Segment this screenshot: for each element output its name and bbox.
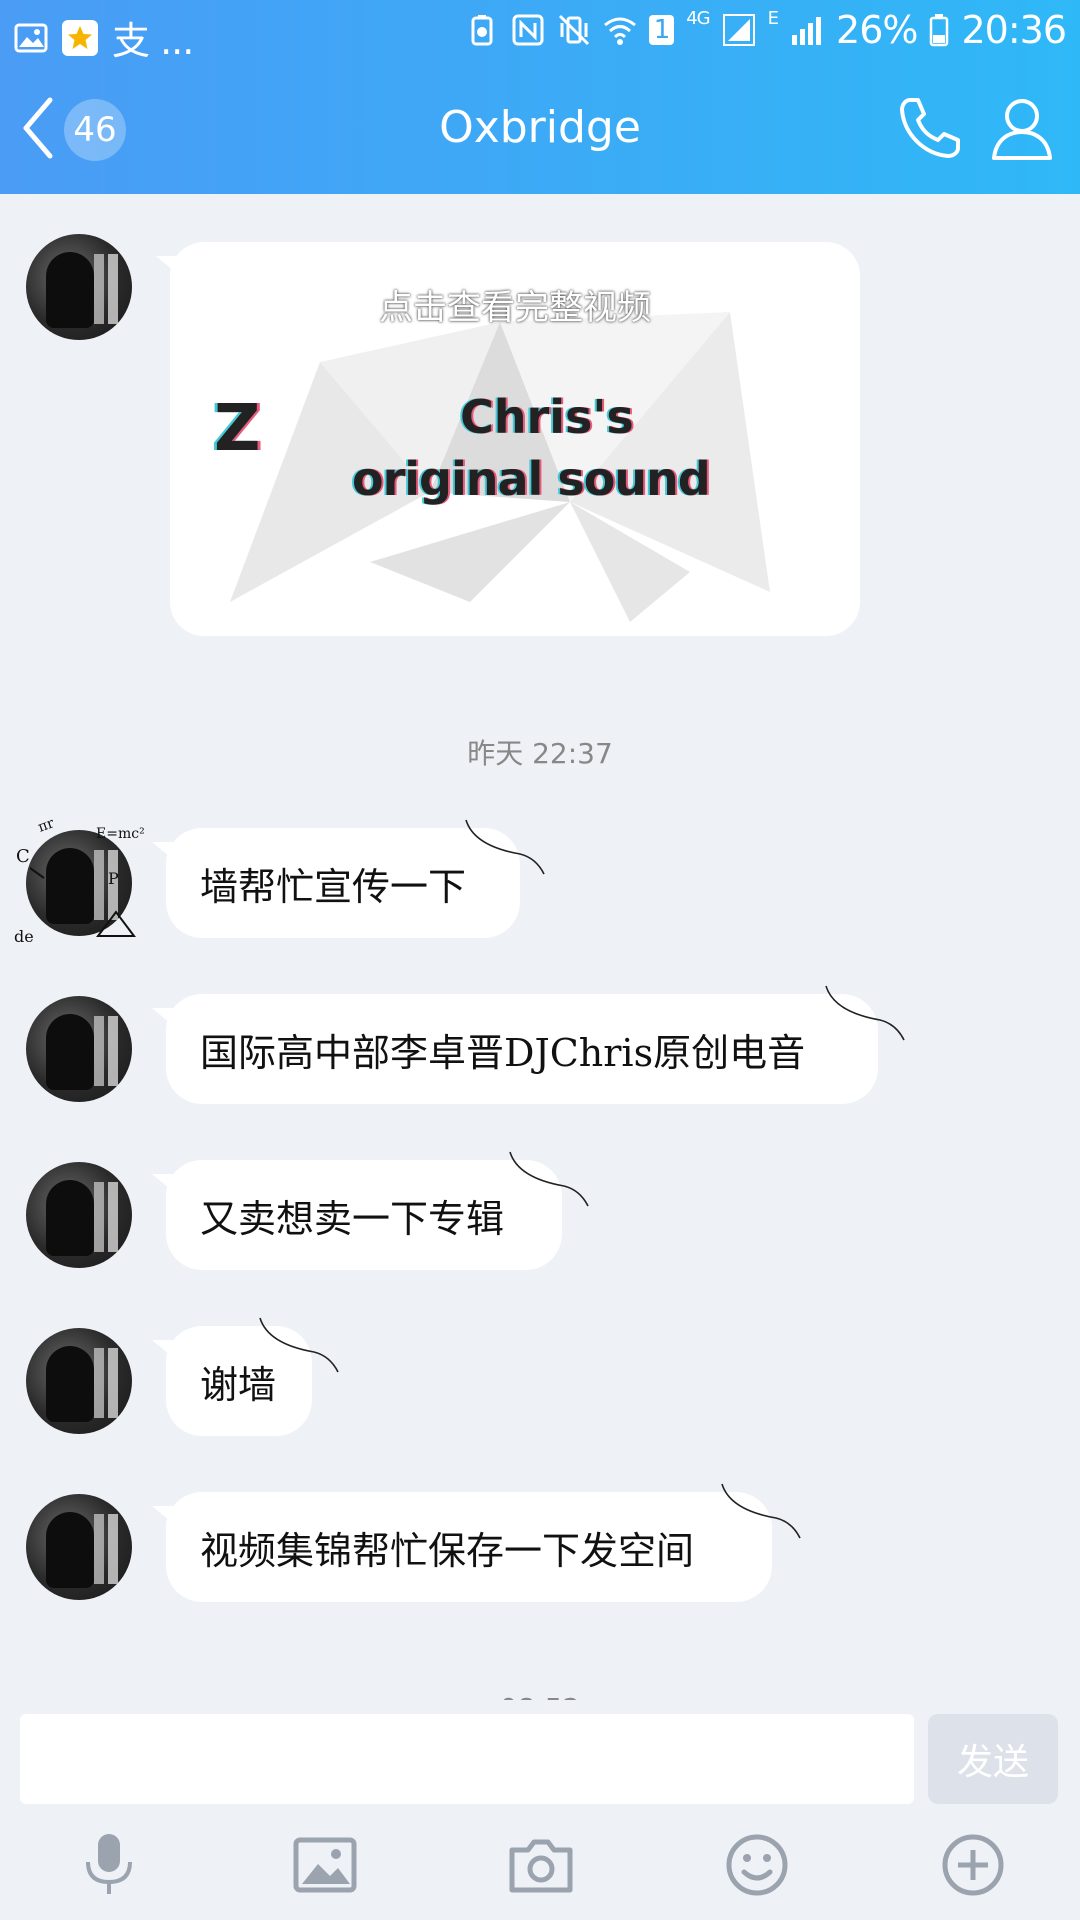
- bubble-tail: [152, 1506, 176, 1526]
- status-bar: 支 ... 1 4G E 26% 20:36: [0, 0, 1080, 64]
- wifi-icon: [603, 17, 636, 45]
- notification-label: 支 ...: [112, 19, 194, 63]
- sender-avatar[interactable]: [26, 234, 132, 340]
- message-timestamp: 昨天 22:37: [467, 737, 613, 770]
- bubble-swirl-decoration: [259, 1317, 339, 1373]
- video-caption: 点击查看完整视频: [379, 288, 651, 328]
- status-right: 1 4G E 26% 20:36: [465, 8, 1067, 52]
- svg-text:C: C: [16, 846, 30, 867]
- message-bubble[interactable]: 又卖想卖一下专辑: [152, 1160, 562, 1270]
- sender-avatar[interactable]: [26, 1162, 132, 1268]
- camera-button[interactable]: [506, 1830, 576, 1900]
- nfc-icon: [512, 14, 544, 46]
- vibrate-mute-icon: [558, 14, 589, 46]
- message-bubble[interactable]: 国际高中部李卓晋DJChris原创电音: [152, 994, 878, 1104]
- sim-badge: 1: [648, 15, 675, 45]
- chat-header: 46 Oxbridge: [0, 64, 1080, 194]
- message-text: 墙帮忙宣传一下: [200, 864, 467, 909]
- network-e-label: E: [767, 8, 779, 29]
- gallery-notification-icon: [14, 23, 48, 52]
- emoji-button[interactable]: [722, 1830, 792, 1900]
- microphone-icon: [86, 1834, 132, 1894]
- sender-avatar[interactable]: [26, 1328, 132, 1434]
- profile-icon[interactable]: [988, 94, 1056, 162]
- battery-icon: [930, 14, 949, 47]
- status-left: 支 ...: [14, 10, 194, 65]
- camera-icon: [509, 1839, 573, 1893]
- emoji-icon: [726, 1834, 788, 1896]
- bubble-tail: [152, 842, 176, 862]
- message-text: 国际高中部李卓晋DJChris原创电音: [200, 1030, 806, 1075]
- message-input[interactable]: [20, 1714, 914, 1804]
- voice-button[interactable]: [74, 1830, 144, 1900]
- message-bubble[interactable]: 视频集锦帮忙保存一下发空间: [152, 1492, 772, 1602]
- bubble-swirl-decoration: [721, 1483, 801, 1539]
- video-title-line2: original sound: [352, 452, 711, 506]
- svg-text:πr: πr: [36, 815, 57, 836]
- bubble-swirl-decoration: [509, 1151, 589, 1207]
- clock: 20:36: [961, 8, 1067, 52]
- message-text: 视频集锦帮忙保存一下发空间: [200, 1528, 695, 1573]
- phone-call-icon[interactable]: [896, 94, 964, 162]
- svg-text:de: de: [14, 927, 34, 946]
- battery-percent: 26%: [836, 8, 918, 52]
- message-text: 又卖想卖一下专辑: [200, 1196, 505, 1241]
- image-icon: [293, 1837, 357, 1893]
- star-notification-icon: [62, 19, 98, 56]
- network-4g-label: 4G: [686, 8, 710, 29]
- bubble-tail: [152, 1008, 176, 1028]
- send-button[interactable]: 发送: [928, 1714, 1058, 1804]
- sender-avatar[interactable]: [26, 996, 132, 1102]
- sender-avatar[interactable]: [26, 1494, 132, 1600]
- plus-icon: [942, 1834, 1004, 1896]
- video-logo: Z: [214, 392, 261, 466]
- bubble-tail: [152, 1174, 176, 1194]
- battery-saver-icon: [471, 15, 493, 46]
- more-button[interactable]: [938, 1830, 1008, 1900]
- video-title-line1: Chris's: [460, 390, 634, 444]
- sender-avatar[interactable]: [26, 830, 132, 936]
- input-area: 发送: [0, 1700, 1080, 1920]
- video-message[interactable]: 点击查看完整视频 Z Chris's original sound: [170, 242, 860, 636]
- image-button[interactable]: [290, 1830, 360, 1900]
- signal-icon: [722, 14, 755, 46]
- bubble-swirl-decoration: [825, 985, 905, 1041]
- bubble-tail: [152, 1340, 176, 1360]
- bubble-swirl-decoration: [465, 819, 545, 875]
- signal-strength-icon: [792, 17, 822, 45]
